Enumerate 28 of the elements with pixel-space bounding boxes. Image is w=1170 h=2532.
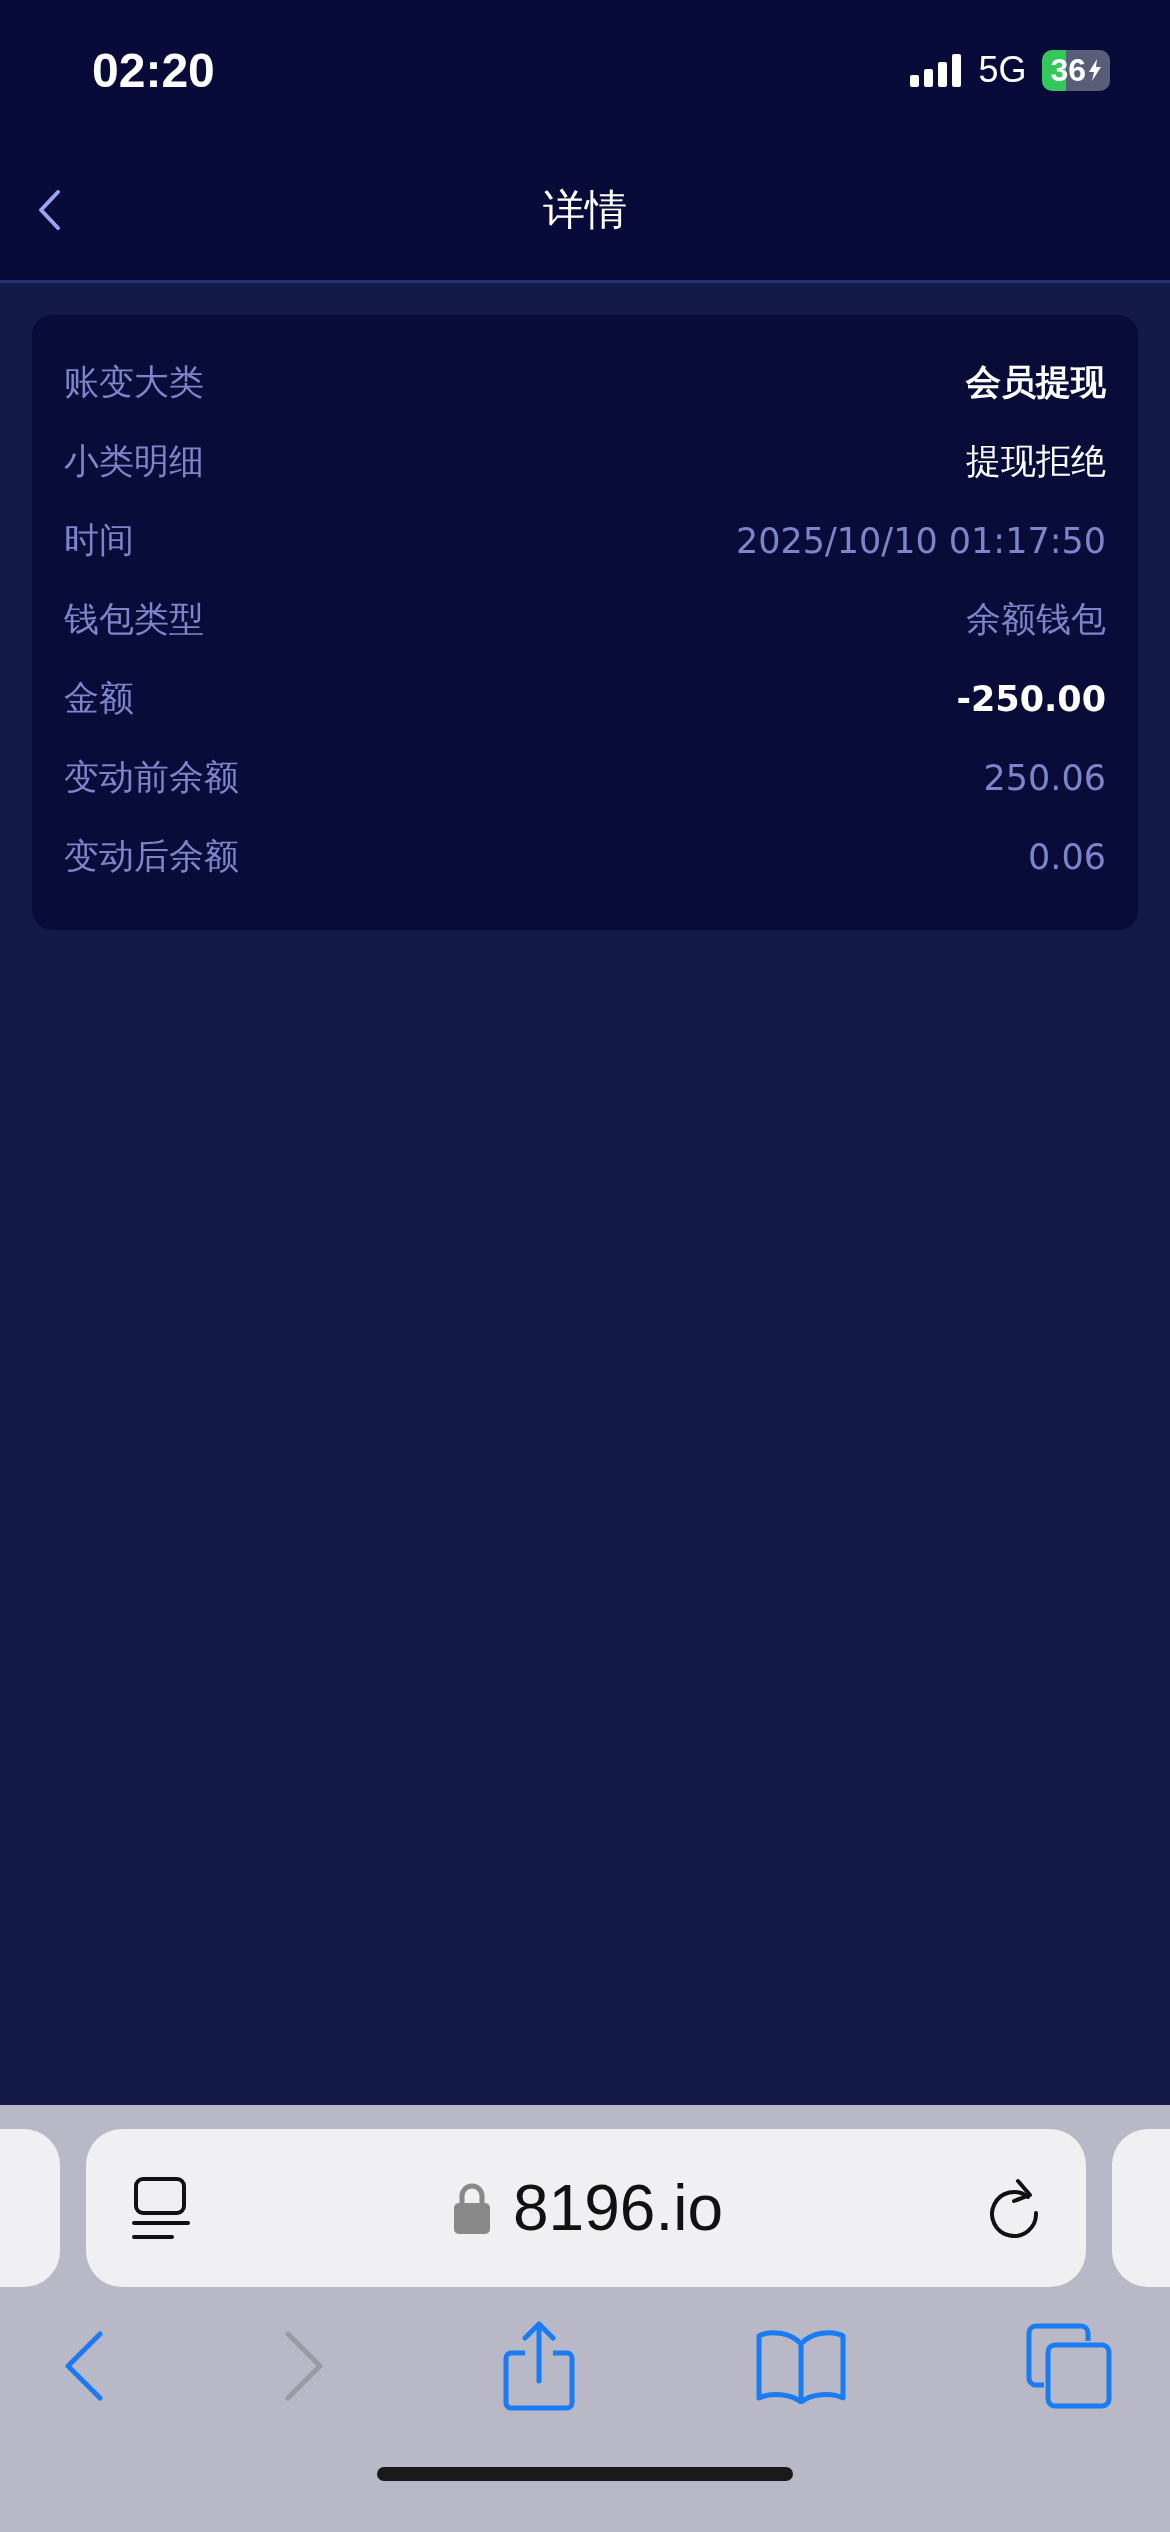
adjacent-tab[interactable] <box>0 2129 60 2287</box>
address-bar[interactable]: 8196.io <box>86 2129 1086 2287</box>
detail-value: 提现拒绝 <box>966 440 1106 483</box>
detail-value: 余额钱包 <box>966 598 1106 641</box>
detail-label: 金额 <box>64 677 134 720</box>
share-icon[interactable] <box>503 2321 575 2411</box>
bookmarks-icon[interactable] <box>754 2328 847 2404</box>
tabs-icon[interactable] <box>1026 2323 1112 2409</box>
url-text[interactable]: 8196.io <box>513 2171 723 2245</box>
detail-label: 时间 <box>64 519 134 562</box>
back-icon[interactable] <box>36 189 62 231</box>
status-time: 02:20 <box>92 42 215 98</box>
detail-label: 变动后余额 <box>64 835 239 878</box>
lock-icon <box>453 2181 491 2235</box>
detail-value: 0.06 <box>1028 836 1106 877</box>
detail-value: 2025/10/10 01:17:50 <box>735 520 1106 561</box>
network-label: 5G <box>978 49 1027 91</box>
detail-label: 小类明细 <box>64 440 204 483</box>
signal-icon <box>910 53 963 87</box>
detail-label: 钱包类型 <box>64 598 204 641</box>
detail-label: 变动前余额 <box>64 756 239 799</box>
detail-value: 250.06 <box>983 757 1106 798</box>
page-title: 详情 <box>543 184 627 236</box>
detail-value: 会员提现 <box>966 361 1106 404</box>
detail-value: -250.00 <box>956 678 1106 719</box>
detail-label: 账变大类 <box>64 361 204 404</box>
adjacent-tab[interactable] <box>1112 2129 1170 2287</box>
reader-icon[interactable] <box>132 2175 190 2241</box>
